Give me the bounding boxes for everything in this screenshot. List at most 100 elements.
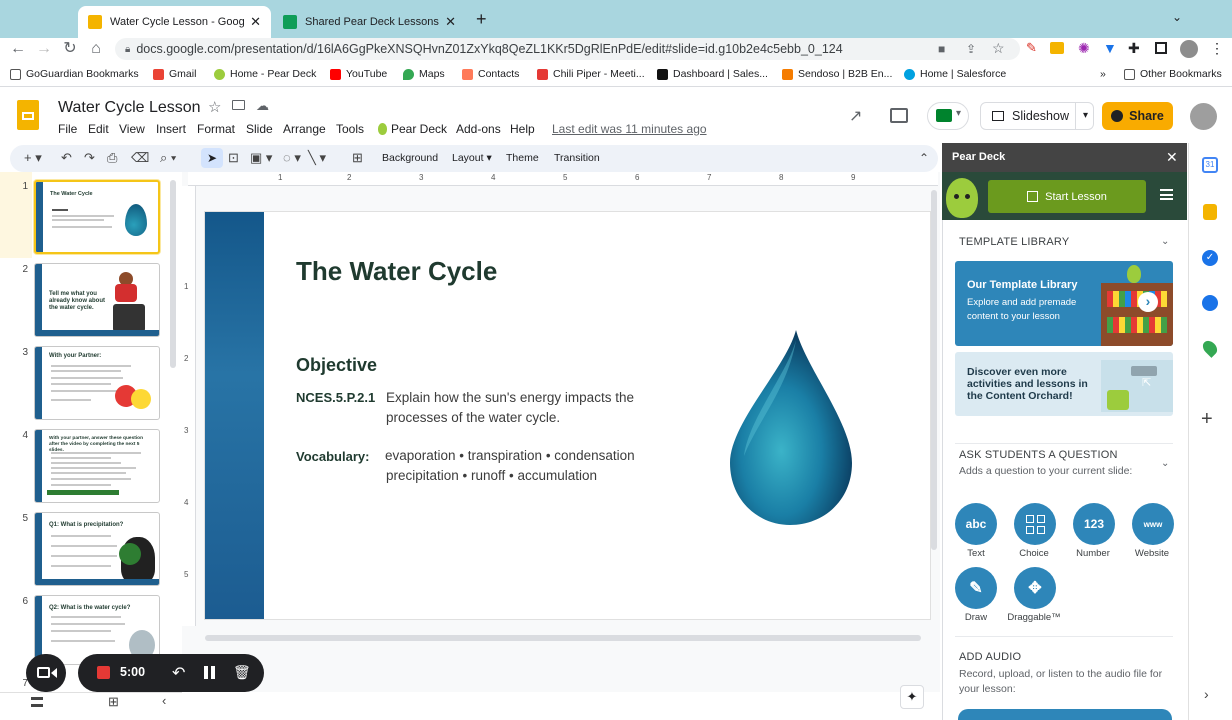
back-button[interactable]: ←: [6, 38, 30, 60]
menu-pear-deck[interactable]: Pear Deck: [378, 122, 447, 136]
bookmark-goguardian[interactable]: GoGuardian Bookmarks: [10, 68, 139, 80]
paint-format-icon[interactable]: ⌫: [131, 150, 149, 166]
slideshow-dropdown-icon[interactable]: ▾: [1075, 103, 1095, 129]
restart-icon[interactable]: ↶: [172, 663, 185, 683]
text-box-icon[interactable]: ⊡: [228, 150, 239, 166]
objective-heading[interactable]: Objective: [296, 355, 377, 376]
sidepanel-icon[interactable]: [1155, 42, 1167, 54]
external-link-icon[interactable]: ⇱: [1142, 376, 1156, 390]
bookmark-star-icon[interactable]: ☆: [992, 40, 1005, 57]
omnibox[interactable]: 🔒︎ docs.google.com/presentation/d/16lA6G…: [115, 38, 1020, 60]
kebab-menu-icon[interactable]: ⋮: [1210, 40, 1224, 57]
close-icon[interactable]: ✕: [445, 14, 456, 30]
avatar[interactable]: [1180, 40, 1198, 58]
undo-icon[interactable]: ↶: [61, 150, 72, 166]
tab-water-cycle-lesson[interactable]: Water Cycle Lesson - Google S ✕: [78, 6, 271, 38]
tab-shared-pear-deck[interactable]: Shared Pear Deck Lessons - G ✕: [273, 6, 466, 38]
collapse-filmstrip-icon[interactable]: ‹: [162, 693, 166, 708]
meet-button[interactable]: ▾: [927, 102, 969, 130]
chevron-down-icon[interactable]: ⌄: [1161, 458, 1169, 469]
start-lesson-button[interactable]: Start Lesson: [988, 180, 1146, 213]
menu-arrange[interactable]: Arrange: [283, 122, 326, 136]
next-arrow-icon[interactable]: ›: [1138, 292, 1158, 312]
vocabulary-label[interactable]: Vocabulary:: [296, 449, 369, 464]
slide-thumbnail-1[interactable]: The Water Cycle: [34, 180, 160, 254]
draw-question-button[interactable]: ✎: [955, 567, 997, 609]
bookmark-salesforce[interactable]: Home | Salesforce: [904, 68, 1006, 80]
slide-thumbnail-3[interactable]: With your Partner:: [34, 346, 160, 420]
last-edit-link[interactable]: Last edit was 11 minutes ago: [552, 122, 707, 136]
camera-toggle-button[interactable]: [26, 654, 66, 692]
template-library-heading[interactable]: TEMPLATE LIBRARY: [959, 236, 1069, 248]
reload-button[interactable]: ↻: [58, 38, 82, 60]
menu-view[interactable]: View: [119, 122, 145, 136]
print-icon[interactable]: ⎙: [107, 150, 117, 166]
tasks-icon[interactable]: ✓: [1202, 250, 1218, 266]
more-bookmarks-button[interactable]: »: [1100, 68, 1106, 80]
menu-format[interactable]: Format: [197, 122, 235, 136]
vertical-scrollbar[interactable]: [931, 190, 937, 550]
line-icon[interactable]: ╲ ▾: [308, 150, 326, 166]
doc-title[interactable]: Water Cycle Lesson: [58, 99, 201, 117]
star-icon[interactable]: ☆: [208, 98, 221, 116]
cloud-status-icon[interactable]: ☁: [256, 98, 269, 114]
draggable-question-button[interactable]: ✥: [1014, 567, 1056, 609]
content-orchard-card[interactable]: Discover even more activities and lesson…: [955, 352, 1173, 416]
image-icon[interactable]: ▣ ▾: [250, 150, 272, 166]
collapse-toolbar-icon[interactable]: ⌃: [919, 150, 929, 166]
contacts-icon[interactable]: [1202, 295, 1218, 311]
home-button[interactable]: ⌂: [84, 38, 108, 60]
choice-question-button[interactable]: [1014, 503, 1056, 545]
bookmark-chili-piper[interactable]: Chili Piper - Meeti...: [537, 68, 645, 80]
shape-icon[interactable]: ◌ ▾: [283, 150, 301, 166]
add-comment-icon[interactable]: ⊞: [352, 150, 363, 166]
puzzle-icon[interactable]: ✚: [1128, 40, 1140, 57]
grid-view-icon[interactable]: ⊞: [108, 694, 119, 710]
avatar[interactable]: [1190, 103, 1217, 130]
bookmark-sendoso[interactable]: Sendoso | B2B En...: [782, 68, 892, 80]
theme-button[interactable]: Theme: [506, 152, 539, 164]
slide-thumbnail-2[interactable]: Tell me what you already know about the …: [34, 263, 160, 337]
list-view-icon[interactable]: [31, 697, 43, 707]
chevron-down-icon[interactable]: ⌄: [1161, 236, 1169, 247]
water-drop-image[interactable]: [726, 328, 854, 528]
menu-edit[interactable]: Edit: [88, 122, 109, 136]
camera-icon[interactable]: ■: [938, 42, 945, 56]
filmstrip-scrollbar[interactable]: [170, 180, 176, 368]
menu-addons[interactable]: Add-ons: [456, 122, 501, 136]
move-folder-icon[interactable]: [232, 100, 245, 110]
slide-title[interactable]: The Water Cycle: [296, 256, 497, 287]
add-audio-heading[interactable]: ADD AUDIO: [959, 651, 1021, 663]
layout-button[interactable]: Layout ▾: [452, 152, 492, 164]
activity-trend-icon[interactable]: ↗: [849, 106, 862, 126]
comments-icon[interactable]: [890, 108, 908, 123]
template-library-card[interactable]: Our Template Library Explore and add pre…: [955, 261, 1173, 346]
extension-icon[interactable]: [1050, 42, 1064, 54]
trash-icon[interactable]: 🗑︎: [233, 664, 251, 681]
calendar-icon[interactable]: 31: [1202, 157, 1218, 173]
minimize-chevron-icon[interactable]: ⌄: [1172, 10, 1182, 24]
bookmark-gmail[interactable]: Gmail: [153, 68, 196, 80]
zoom-icon[interactable]: ⌕ ▾: [160, 150, 176, 166]
bookmark-youtube[interactable]: YouTube: [330, 68, 387, 80]
ask-students-heading[interactable]: ASK STUDENTS A QUESTION: [959, 449, 1118, 461]
menu-slide[interactable]: Slide: [246, 122, 273, 136]
standard-code[interactable]: NCES.5.P.2.1: [296, 390, 375, 405]
close-panel-icon[interactable]: ✕: [1166, 149, 1178, 166]
audio-button[interactable]: [958, 709, 1172, 720]
slide-thumbnail-4[interactable]: With your partner, answer these question…: [34, 429, 160, 503]
vocabulary-line-1[interactable]: evaporation • transpiration • condensati…: [385, 448, 635, 463]
redo-icon[interactable]: ↷: [84, 150, 95, 166]
forward-button[interactable]: →: [32, 38, 56, 60]
share-button[interactable]: Share: [1102, 102, 1173, 130]
expand-chevron-icon[interactable]: ›: [1204, 686, 1209, 702]
pause-icon[interactable]: [204, 666, 208, 679]
bookmark-pear-deck[interactable]: Home - Pear Deck: [214, 68, 316, 80]
stop-recording-icon[interactable]: [97, 666, 110, 679]
slides-logo-icon[interactable]: [17, 100, 39, 130]
close-icon[interactable]: ✕: [250, 14, 261, 30]
select-cursor-icon[interactable]: ➤: [201, 148, 223, 168]
text-question-button[interactable]: abc: [955, 503, 997, 545]
other-bookmarks[interactable]: Other Bookmarks: [1124, 68, 1222, 80]
menu-help[interactable]: Help: [510, 122, 535, 136]
